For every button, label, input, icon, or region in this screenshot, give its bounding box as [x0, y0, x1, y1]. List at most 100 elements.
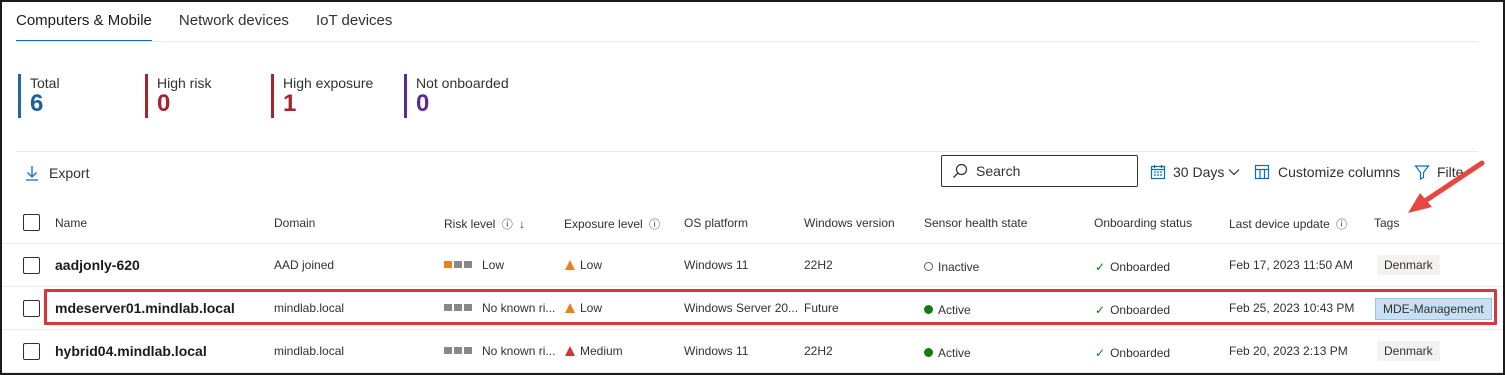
tab-iot-devices[interactable]: IoT devices — [316, 2, 392, 42]
tag-badge[interactable]: Denmark — [1377, 341, 1440, 361]
row-checkbox[interactable] — [23, 300, 40, 317]
device-inventory-panel: Computers & Mobile Network devices IoT d… — [0, 0, 1505, 375]
row-checkbox[interactable] — [23, 257, 40, 274]
col-exposure-level[interactable]: Exposure level ⓘ — [564, 216, 660, 232]
active-status-icon — [924, 305, 933, 314]
stat-total[interactable]: Total 6 — [18, 74, 145, 118]
export-button[interactable]: Export — [24, 165, 89, 181]
warning-triangle-icon — [565, 346, 575, 356]
device-name[interactable]: mdeserver01.mindlab.local — [55, 300, 235, 316]
inactive-status-icon — [924, 262, 933, 271]
search-placeholder: Search — [976, 163, 1021, 179]
warning-triangle-icon — [565, 260, 575, 270]
exposure-level-text: Low — [580, 258, 603, 272]
checkmark-icon: ✓ — [1095, 303, 1106, 317]
sensor-health-cell: Active — [924, 303, 971, 317]
table-row[interactable]: aadjonly-620 AAD joined Low Low Windows … — [2, 244, 1503, 287]
tab-network-devices[interactable]: Network devices — [179, 2, 289, 42]
last-device-update: Feb 17, 2023 11:50 AM — [1229, 258, 1353, 272]
stat-total-label: Total — [30, 75, 60, 91]
tab-divider — [16, 41, 1478, 42]
stat-not-onboarded[interactable]: Not onboarded 0 — [404, 74, 534, 118]
sensor-health-text: Inactive — [938, 260, 980, 274]
info-icon[interactable]: ⓘ — [649, 219, 660, 231]
tab-computers-mobile[interactable]: Computers & Mobile — [16, 2, 152, 42]
device-domain: mindlab.local — [274, 301, 345, 315]
col-name[interactable]: Name — [55, 216, 87, 230]
exposure-level-cell: Low — [565, 258, 602, 272]
risk-level-cell: No known ri... — [444, 344, 559, 358]
stat-not-onboarded-value: 0 — [416, 90, 430, 117]
onboarding-status-text: Onboarded — [1110, 303, 1171, 317]
checkmark-icon: ✓ — [1095, 260, 1106, 274]
stat-total-value: 6 — [30, 90, 44, 117]
table-row[interactable]: hybrid04.mindlab.local mindlab.local No … — [2, 330, 1503, 373]
col-risk-label: Risk level — [444, 217, 496, 231]
search-input[interactable]: Search — [941, 155, 1138, 187]
stat-not-onboarded-label: Not onboarded — [416, 75, 509, 91]
col-exposure-label: Exposure level — [564, 217, 643, 231]
search-icon — [953, 163, 968, 178]
row-checkbox[interactable] — [23, 343, 40, 360]
stat-high-exposure[interactable]: High exposure 1 — [271, 74, 404, 118]
tag-badge[interactable]: MDE-Management — [1375, 298, 1492, 320]
col-tags[interactable]: Tags — [1374, 216, 1399, 230]
sensor-health-text: Active — [938, 346, 971, 360]
device-name[interactable]: hybrid04.mindlab.local — [55, 343, 207, 359]
sensor-health-cell: Active — [924, 346, 971, 360]
windows-version: 22H2 — [804, 344, 833, 358]
chevron-down-icon — [1228, 169, 1240, 176]
stat-high-risk-label: High risk — [157, 75, 212, 91]
summary-stats: Total 6 High risk 0 High exposure 1 Not … — [18, 74, 534, 118]
device-tabs: Computers & Mobile Network devices IoT d… — [16, 2, 419, 42]
select-all-checkbox[interactable] — [23, 214, 40, 231]
filter-label: Filte — [1437, 164, 1464, 180]
col-last-update-label: Last device update — [1229, 217, 1330, 231]
col-windows-version[interactable]: Windows version — [804, 216, 895, 230]
onboarding-status-cell: ✓ Onboarded — [1095, 346, 1170, 360]
filter-button[interactable]: Filte — [1414, 164, 1463, 180]
stat-high-risk-value: 0 — [157, 90, 171, 117]
calendar-icon — [1150, 165, 1166, 180]
col-os-platform[interactable]: OS platform — [684, 216, 748, 230]
device-domain: AAD joined — [274, 258, 335, 272]
col-domain[interactable]: Domain — [274, 216, 315, 230]
exposure-level-cell: Low — [565, 301, 602, 315]
stat-high-risk[interactable]: High risk 0 — [145, 74, 271, 118]
os-platform: Windows 11 — [684, 344, 749, 358]
col-onboarding-status[interactable]: Onboarding status — [1094, 216, 1192, 230]
device-name[interactable]: aadjonly-620 — [55, 257, 140, 273]
customize-columns-label: Customize columns — [1278, 164, 1401, 180]
risk-level-cell: Low — [444, 258, 504, 272]
customize-columns-button[interactable]: Customize columns — [1254, 164, 1400, 180]
warning-triangle-icon — [565, 303, 575, 313]
time-range-dropdown[interactable]: 30 Days — [1150, 164, 1240, 180]
export-label: Export — [49, 165, 90, 181]
onboarding-status-cell: ✓ Onboarded — [1095, 260, 1170, 274]
stat-high-exposure-label: High exposure — [283, 75, 374, 91]
risk-level-text: No known ri... — [482, 344, 556, 358]
col-risk-level[interactable]: Risk level ⓘ ↓ — [444, 216, 525, 232]
tag-badge[interactable]: Denmark — [1377, 255, 1440, 275]
risk-bars-icon — [444, 261, 474, 268]
windows-version: Future — [804, 301, 839, 315]
checkmark-icon: ✓ — [1095, 346, 1106, 360]
sensor-health-cell: Inactive — [924, 260, 979, 274]
col-sensor-health[interactable]: Sensor health state — [924, 216, 1027, 230]
exposure-level-cell: Medium — [565, 344, 623, 358]
sort-down-icon[interactable]: ↓ — [519, 217, 525, 231]
onboarding-status-cell: ✓ Onboarded — [1095, 303, 1170, 317]
risk-level-cell: No known ri... — [444, 301, 559, 315]
col-last-device-update[interactable]: Last device update ⓘ — [1229, 216, 1347, 232]
info-icon[interactable]: ⓘ — [1336, 219, 1347, 231]
exposure-level-text: Medium — [580, 344, 623, 358]
table-row[interactable]: mdeserver01.mindlab.local mindlab.local … — [2, 287, 1503, 330]
os-platform: Windows Server 20... — [684, 301, 799, 315]
stats-divider — [16, 151, 1478, 152]
info-icon[interactable]: ⓘ — [502, 219, 513, 231]
onboarding-status-text: Onboarded — [1110, 260, 1171, 274]
columns-icon — [1254, 164, 1270, 180]
device-domain: mindlab.local — [274, 344, 345, 358]
stat-high-exposure-value: 1 — [283, 90, 297, 117]
filter-icon — [1414, 165, 1430, 180]
